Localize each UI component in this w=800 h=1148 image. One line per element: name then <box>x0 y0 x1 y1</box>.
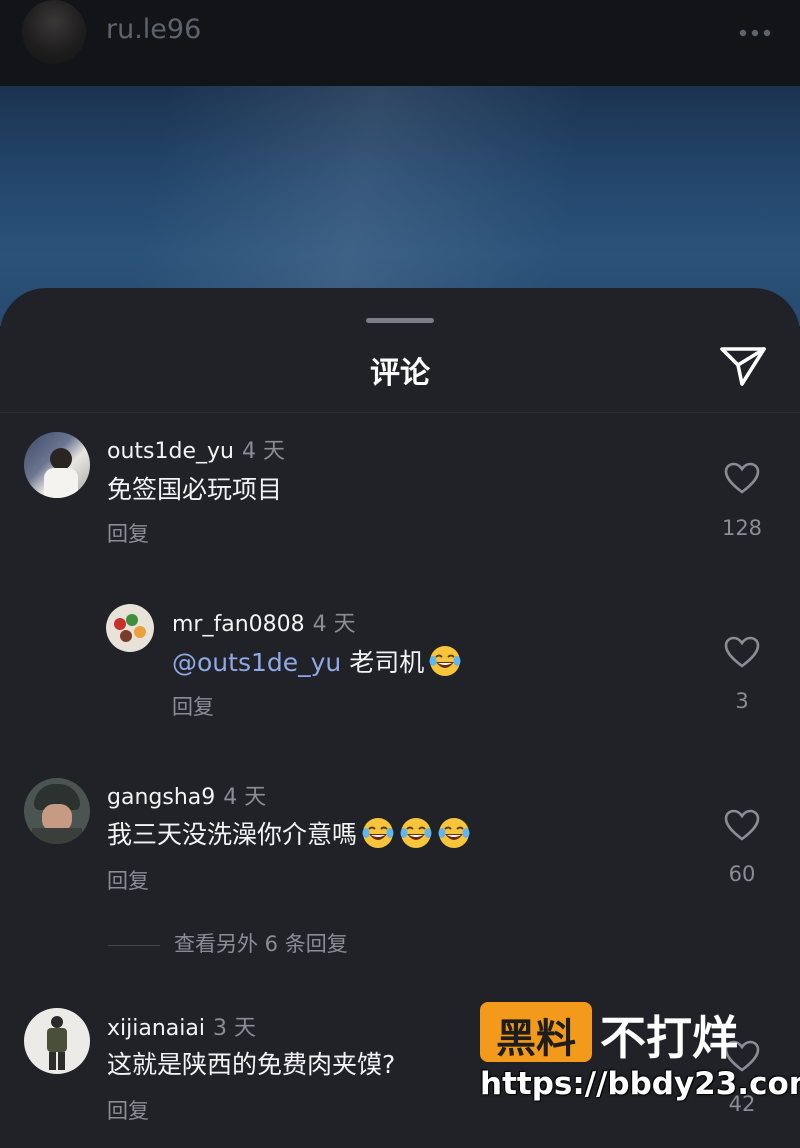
comment-text: 我三天没洗澡你介意嗎 <box>107 815 471 853</box>
send-icon[interactable] <box>718 344 768 388</box>
tears-of-joy-emoji <box>429 646 461 676</box>
watermark-main-text: 不打烊 <box>600 1011 738 1065</box>
view-more-label: 查看另外 6 条回复 <box>174 932 348 956</box>
poster-avatar[interactable] <box>22 0 86 64</box>
poster-username[interactable]: ru.le96 <box>106 14 201 45</box>
like-count: 60 <box>728 862 756 886</box>
comment-username[interactable]: gangsha9 <box>107 785 215 810</box>
user-mention[interactable]: @outs1de_yu <box>172 648 341 677</box>
comment-username[interactable]: xijianaiai <box>107 1016 205 1041</box>
tears-of-joy-emoji <box>400 818 432 848</box>
comment-meta: xijianaiai 3 天 <box>107 1010 256 1042</box>
comment-time: 4 天 <box>241 439 285 464</box>
comment-time: 4 天 <box>223 785 267 810</box>
reply-button[interactable]: 回复 <box>107 1095 149 1125</box>
heart-icon[interactable] <box>724 809 760 841</box>
comment-meta: outs1de_yu 4 天 <box>107 433 285 465</box>
comment-meta: gangsha9 4 天 <box>107 779 266 811</box>
avatar[interactable] <box>24 778 90 844</box>
more-horizontal-icon[interactable] <box>738 26 772 40</box>
tears-of-joy-emoji <box>438 818 470 848</box>
comment-text-body: 免签国必玩项目 <box>107 475 283 504</box>
avatar[interactable] <box>24 1008 90 1074</box>
comment-text: 免签国必玩项目 <box>107 470 282 506</box>
avatar[interactable] <box>106 604 154 652</box>
view-more-divider <box>108 944 160 946</box>
post-header: ru.le96 <box>0 0 800 86</box>
sheet-title: 评论 <box>370 356 430 391</box>
reply-button[interactable]: 回复 <box>107 518 149 548</box>
comment-username[interactable]: mr_fan0808 <box>172 612 305 637</box>
watermark-badge: 黑料 <box>480 1002 592 1062</box>
comment-text: @outs1de_yu 老司机 <box>172 643 462 681</box>
comment-time: 3 天 <box>212 1016 256 1041</box>
heart-icon[interactable] <box>724 462 760 494</box>
comment-text-body: 这就是陕西的免费肉夹馍? <box>107 1050 396 1079</box>
watermark-url: https://bbdy23.com <box>480 1066 800 1102</box>
view-more-replies-button[interactable]: 查看另外 6 条回复 <box>108 928 348 958</box>
comment-meta: mr_fan0808 4 天 <box>172 606 356 638</box>
tears-of-joy-emoji <box>362 818 394 848</box>
heart-icon[interactable] <box>724 636 760 668</box>
sheet-divider <box>0 412 800 413</box>
comment-username[interactable]: outs1de_yu <box>107 439 234 464</box>
like-count: 3 <box>735 689 749 713</box>
comment-text-body: 我三天没洗澡你介意嗎 <box>107 820 358 849</box>
watermark-badge-text: 黑料 <box>496 1016 576 1062</box>
drag-handle[interactable] <box>366 318 434 323</box>
avatar[interactable] <box>24 432 90 498</box>
comment-text: 这就是陕西的免费肉夹馍? <box>107 1045 395 1081</box>
like-count: 128 <box>721 516 763 540</box>
comment-text-body: 老司机 <box>349 648 425 677</box>
comment-time: 4 天 <box>312 612 356 637</box>
reply-button[interactable]: 回复 <box>107 865 149 895</box>
reply-button[interactable]: 回复 <box>172 691 214 721</box>
